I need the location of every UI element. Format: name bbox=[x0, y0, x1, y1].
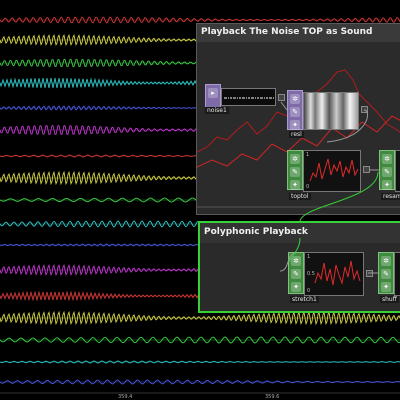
node-wires bbox=[280, 101, 379, 171]
timeline-tick-label: 359.6 bbox=[265, 394, 279, 400]
node-wires bbox=[279, 252, 378, 274]
playback-noise-panel[interactable]: Playback The Noise TOP as Sound ▸ noise1… bbox=[196, 23, 400, 215]
timeline-tick-label: 359.4 bbox=[118, 394, 132, 400]
polyphonic-playback-panel[interactable]: Polyphonic Playback ✲ ✎ ✦ 1 0.5 0 stretc… bbox=[198, 221, 400, 313]
